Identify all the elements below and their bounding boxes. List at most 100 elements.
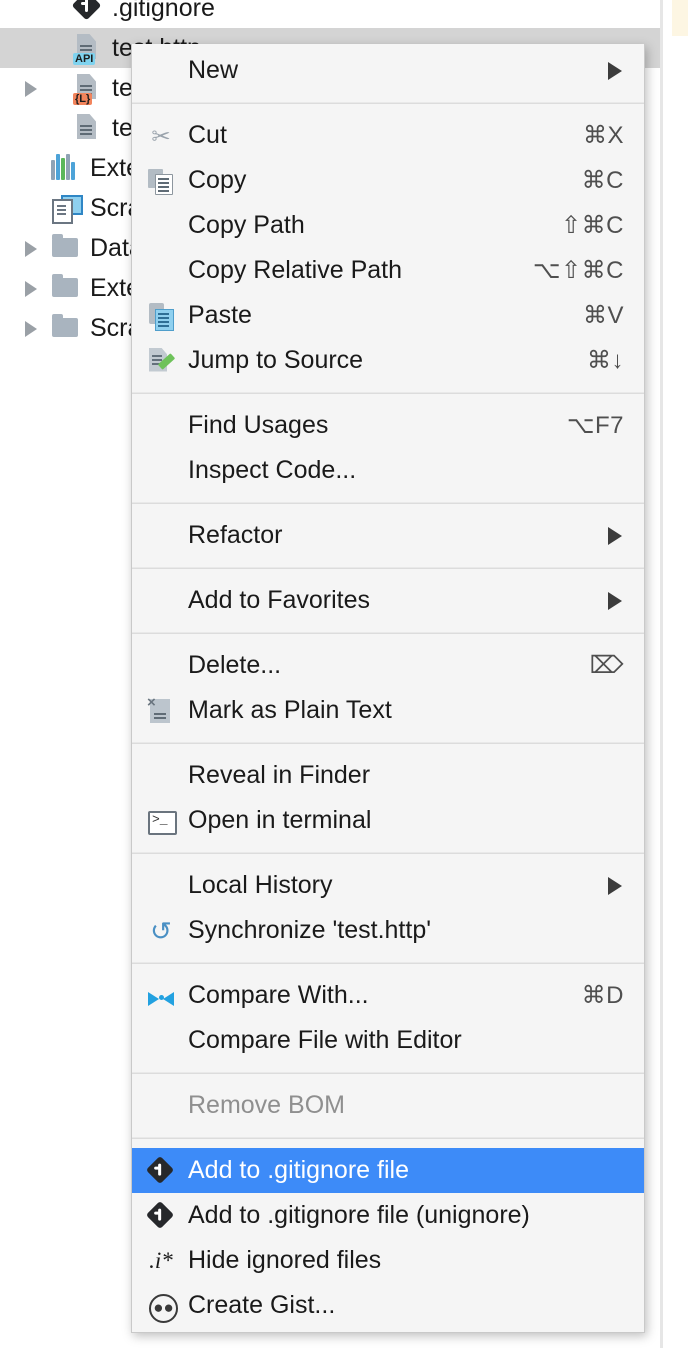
compare-icon [146,981,176,1011]
menu-group: ✂ Cut ⌘X Copy ⌘C Copy Path ⇧⌘C Copy Relative Pa… [132,109,644,387]
menu-item-label: Create Gist... [188,1291,336,1319]
git-file-icon [71,0,102,24]
synchronize-icon: ↺ [146,916,176,946]
scissors-icon: ✂ [146,121,176,151]
copy-icon [146,166,176,196]
menu-item-label: Mark as Plain Text [188,696,392,724]
folder-icon [52,274,78,297]
api-badge: API [73,53,96,65]
menu-item[interactable]: Paste ⌘V [132,293,644,338]
menu-item: Remove BOM [132,1083,644,1128]
terminal-icon [146,806,177,836]
folder-icon [50,232,80,264]
submenu-arrow-icon [608,876,622,895]
expand-arrow-icon[interactable] [20,277,42,299]
menu-item[interactable]: Local History [132,863,644,908]
menu-item[interactable]: Add to Favorites [132,578,644,623]
ignore-pattern-icon: .i* [146,1246,176,1276]
submenu-arrow-icon [608,591,622,610]
menu-item-label: Hide ignored files [188,1246,382,1274]
menu-separator [132,392,644,394]
menu-item-shortcut: ⌘C [581,167,624,194]
expand-arrow-icon[interactable] [20,317,42,339]
git-icon [145,1200,175,1229]
menu-separator [132,567,644,569]
menu-item[interactable]: ●● Create Gist... [132,1283,644,1328]
menu-group: Add to .gitignore file Add to .gitignore … [132,1144,644,1332]
folder-icon [52,234,78,257]
menu-item[interactable]: × Mark as Plain Text [132,688,644,733]
menu-item-label: Delete... [188,651,282,679]
menu-item[interactable]: Inspect Code... [132,448,644,493]
terminal-icon [148,810,177,835]
tree-arrow-spacer [20,37,42,59]
menu-item-label: Compare File with Editor [188,1026,462,1054]
git-icon [145,1155,176,1186]
menu-item-label: Copy [188,166,247,194]
menu-icon-placeholder [146,651,176,681]
compare-icon [147,984,175,1008]
menu-item[interactable]: ↺ Synchronize 'test.http' [132,908,644,953]
menu-group: Add to Favorites [132,574,644,627]
file-context-menu[interactable]: New ✂ Cut ⌘X Copy ⌘C Copy Path ⇧⌘C Copy Relative… [131,44,645,1333]
menu-group: Local History ↺ Synchronize 'test.http' [132,859,644,957]
synchronize-icon: ↺ [150,915,172,946]
menu-item[interactable]: Delete... ⌦ [132,643,644,688]
less-file-icon: {L} [72,72,102,105]
menu-separator [132,632,644,634]
menu-item[interactable]: Jump to Source ⌘↓ [132,338,644,383]
menu-item-shortcut: ⌦ [589,652,624,679]
menu-item[interactable]: New [132,48,644,93]
editor-highlight-strip [672,0,688,36]
tree-row[interactable]: .gitignore [0,0,660,28]
menu-item-label: Open in terminal [188,806,372,834]
menu-item[interactable]: Copy Path ⇧⌘C [132,203,644,248]
menu-group: New [132,44,644,97]
menu-item-label: Synchronize 'test.http' [188,916,432,944]
tree-arrow-spacer [20,0,42,19]
menu-item-label: New [188,56,239,84]
expand-arrow-icon[interactable] [20,77,42,99]
submenu-arrow-icon [608,61,622,80]
menu-item-label: Remove BOM [188,1091,345,1119]
menu-group: Remove BOM [132,1079,644,1132]
menu-item[interactable]: ✂ Cut ⌘X [132,113,644,158]
menu-icon-placeholder [146,586,176,616]
tree-arrow-spacer [20,157,42,179]
menu-item-shortcut: ⌘↓ [587,347,624,374]
menu-item-label: Add to .gitignore file (unignore) [188,1201,530,1229]
menu-item[interactable]: Compare With... ⌘D [132,973,644,1018]
menu-item-label: Reveal in Finder [188,761,371,789]
menu-item[interactable]: Add to .gitignore file [132,1148,644,1193]
menu-item[interactable]: Add to .gitignore file (unignore) [132,1193,644,1238]
menu-item[interactable]: Find Usages ⌥F7 [132,403,644,448]
menu-item[interactable]: .i* Hide ignored files [132,1238,644,1283]
menu-item[interactable]: Open in terminal [132,798,644,843]
menu-item-label: Find Usages [188,411,329,439]
menu-item-label: Copy Path [188,211,305,239]
menu-separator [132,1137,644,1139]
folder-icon [52,314,78,337]
menu-icon-placeholder [146,411,176,441]
menu-item[interactable]: Copy Relative Path ⌥⇧⌘C [132,248,644,293]
menu-group: Compare With... ⌘D Compare File with Edito… [132,969,644,1067]
menu-item-shortcut: ⌥⇧⌘C [532,257,624,284]
expand-arrow-icon[interactable] [20,237,42,259]
menu-item[interactable]: Refactor [132,513,644,558]
menu-item-shortcut: ⌘D [581,982,624,1009]
menu-icon-placeholder [146,521,176,551]
less-badge: {L} [73,93,93,105]
menu-separator [132,852,644,854]
tree-item-label: .gitignore [112,0,215,22]
menu-item[interactable]: Copy ⌘C [132,158,644,203]
submenu-arrow-icon [608,526,622,545]
menu-item-label: Inspect Code... [188,456,357,484]
menu-item[interactable]: Reveal in Finder [132,753,644,798]
tree-arrow-spacer [20,117,42,139]
editor-area [663,0,672,1348]
menu-icon-placeholder [146,1091,176,1121]
git-icon [145,1200,176,1231]
menu-item[interactable]: Compare File with Editor [132,1018,644,1063]
menu-group: Refactor [132,509,644,562]
menu-group: Delete... ⌦ × Mark as Plain Text [132,639,644,737]
